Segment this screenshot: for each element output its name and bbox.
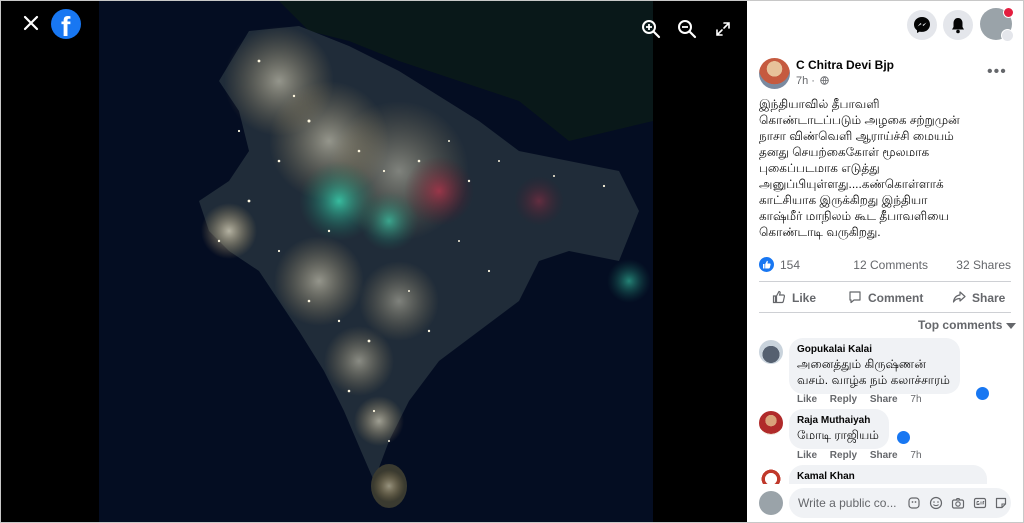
author-avatar[interactable] [759,58,790,89]
globe-icon [820,76,829,85]
comment-icon [849,291,861,304]
comment-text: மோடி ராஜியம் [797,427,879,443]
notification-dot [1003,7,1014,18]
commenter-name[interactable]: Kamal Khan [797,470,977,483]
comment-actions: Like Reply Share 7h [797,450,932,461]
camera-icon[interactable] [951,496,965,510]
facebook-photo-theater: f C Chitra Devi Bjp 7h · ••• இந்தியாவில்… [0,0,1024,523]
comment-button[interactable]: Comment [848,290,938,306]
photo-viewer: f [1,1,747,522]
post-photo[interactable] [99,1,653,522]
post-text-line: கொண்டாடப்படும் அழகை சற்றுமுன் [759,113,960,127]
comment-reply-link[interactable]: Reply [830,450,857,461]
comment-label: Comment [868,291,924,305]
like-reaction-icon[interactable] [896,430,911,445]
comment-text-line: வசம். வாழ்க நம் கலாச்சாரம் [797,373,950,387]
fullscreen-icon[interactable] [715,21,731,37]
comment-bubble: Gopukalai Kalai அனைத்தும் கிருஷ்ணன் வசம்… [789,338,960,394]
divider [759,281,1011,282]
comment-reply-link[interactable]: Reply [830,394,857,405]
reactions-summary: 154 12 Comments 32 Shares [759,257,1011,273]
commenter-name[interactable]: Gopukalai Kalai [797,343,950,356]
comment-share-link[interactable]: Share [870,394,898,405]
messenger-icon[interactable] [907,10,937,40]
thumbs-up-icon [772,290,786,304]
zoom-out-icon[interactable] [677,19,697,39]
emoji-icon[interactable] [929,496,943,510]
sticker-icon[interactable] [994,496,1008,510]
comment-text-line: மோடி ராஜியம் [797,428,879,442]
share-label: Share [972,291,1006,305]
divider [759,312,1011,313]
post-timestamp[interactable]: 7h · [796,75,829,87]
share-icon [952,291,966,303]
comment-text-line: அனைத்தும் கிருஷ்ணன் [797,357,926,371]
account-avatar[interactable] [980,7,1014,42]
like-button[interactable]: Like [772,290,832,306]
post-time-text: 7h · [796,75,815,87]
comment-like-link[interactable]: Like [797,394,817,405]
post-text-line: காஷ்மீர் மாநிலம் கூட தீபாவளியை [759,209,949,223]
shares-count[interactable]: 32 Shares [956,258,1011,272]
current-user-avatar [759,491,783,515]
post-side-panel: C Chitra Devi Bjp 7h · ••• இந்தியாவில் த… [747,1,1023,522]
commenter-avatar[interactable] [759,340,783,364]
gif-icon[interactable] [973,496,987,510]
comment-sort-dropdown[interactable]: Top comments [918,318,1017,332]
post-text-line: காட்சியாக இருக்கிறது இந்தியா [759,193,928,207]
comment-share-link[interactable]: Share [870,450,898,461]
more-options-button[interactable]: ••• [987,63,1007,81]
comment-bubble: Raja Muthaiyah மோடி ராஜியம் [789,409,889,449]
comments-count[interactable]: 12 Comments [853,258,928,272]
likes-count[interactable]: 154 [780,258,800,272]
comment-like-link[interactable]: Like [797,450,817,461]
post-text-line: நாசா விண்வெளி ஆராய்ச்சி மையம் [759,129,954,143]
chevron-down-icon[interactable] [1001,29,1014,42]
comment-composer: Write a public co... [747,484,1023,522]
chevron-down-icon [1006,322,1017,329]
comment-sort-label: Top comments [918,318,1003,332]
commenter-avatar[interactable] [759,411,783,435]
like-reaction-icon[interactable] [759,257,774,272]
post-text-line: புகைப்படமாக எடுத்து [759,161,880,175]
comment-text: அனைத்தும் கிருஷ்ணன் வசம். வாழ்க நம் கலாச… [797,356,950,388]
post-text-line: கொண்டாடி வருகிறது. [759,225,881,239]
comment-time[interactable]: 7h [910,394,921,405]
comment-actions: Like Reply Share 7h [797,394,932,405]
zoom-in-icon[interactable] [641,19,661,39]
post-text-line: தனது செயற்கைகோள் மூலமாக [759,145,930,159]
post-text-line: இந்தியாவில் தீபாவளி [759,97,880,111]
facebook-logo-letter: f [61,11,71,42]
bell-icon[interactable] [943,10,973,40]
facebook-logo-icon[interactable]: f [51,9,81,42]
like-label: Like [792,291,817,305]
post-text: இந்தியாவில் தீபாவளி கொண்டாடப்படும் அழகை … [759,96,1011,240]
share-button[interactable]: Share [952,290,1012,306]
comment-input[interactable]: Write a public co... [789,488,1011,518]
comment-placeholder: Write a public co... [798,496,897,510]
commenter-name[interactable]: Raja Muthaiyah [797,414,879,427]
close-icon[interactable] [19,11,43,35]
comment-time[interactable]: 7h [910,450,921,461]
post-author[interactable]: C Chitra Devi Bjp [796,58,894,72]
avatar-sticker-icon[interactable] [907,496,921,510]
like-reaction-icon[interactable] [975,386,990,401]
post-text-line: அனுப்பியுள்ளது....கண்கொள்ளாக் [759,177,944,191]
